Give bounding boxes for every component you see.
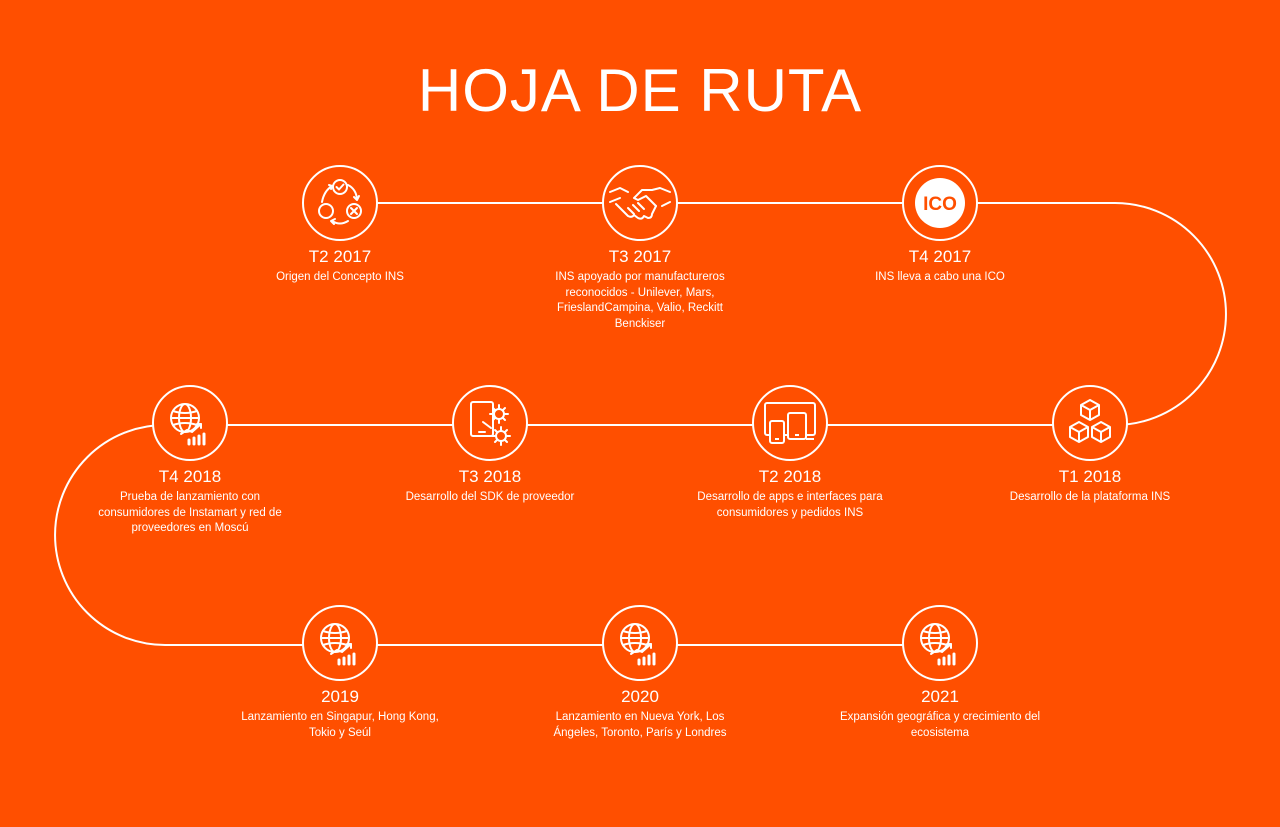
handshake-icon [602, 165, 678, 241]
milestone-period: T3 2018 [458, 467, 522, 486]
milestone-t3-2017: T3 2017 INS apoyado por manufactureros r… [530, 165, 750, 332]
milestone-description: Expansión geográfica y crecimiento del e… [839, 711, 1041, 739]
roadmap-stage: HOJA DE RUTA T2 2017 Origen del Concepto… [0, 0, 1280, 827]
milestone-period: 2021 [921, 687, 959, 706]
globe-growth-icon [602, 605, 678, 681]
milestone-description: INS lleva a cabo una ICO [875, 271, 1005, 283]
milestone-period: 2020 [621, 687, 659, 706]
milestone-period: T2 2018 [758, 467, 822, 486]
milestone-period: T3 2017 [608, 247, 672, 266]
milestone-t2-2017: T2 2017 Origen del Concepto INS [230, 165, 450, 286]
page-title: HOJA DE RUTA [417, 57, 863, 124]
milestone-description: Desarrollo del SDK de proveedor [405, 491, 575, 503]
sdk-gears-icon [452, 385, 528, 461]
ico-badge-icon: ICO [902, 165, 978, 241]
milestone-period: T2 2017 [308, 247, 372, 266]
milestone-t4-2018: T4 2018 Prueba de lanzamiento con consum… [80, 385, 300, 537]
milestone-2019: 2019 Lanzamiento en Singapur, Hong Kong,… [230, 605, 450, 741]
milestone-description: Origen del Concepto INS [276, 271, 404, 283]
milestone-period: T4 2018 [158, 467, 222, 486]
milestone-period: T4 2017 [908, 247, 972, 266]
milestone-description: Desarrollo de apps e interfaces para con… [697, 491, 883, 519]
milestone-t2-2018: T2 2018 Desarrollo de apps e interfaces … [680, 385, 900, 521]
milestone-t4-2017: ICO T4 2017 INS lleva a cabo una ICO [830, 165, 1050, 286]
milestone-period: T1 2018 [1058, 467, 1122, 486]
milestone-t1-2018: T1 2018 Desarrollo de la plataforma INS [980, 385, 1200, 506]
milestone-t3-2018: T3 2018 Desarrollo del SDK de proveedor [380, 385, 600, 506]
globe-growth-icon [152, 385, 228, 461]
milestone-2021: 2021 Expansión geográfica y crecimiento … [830, 605, 1050, 741]
globe-growth-icon [302, 605, 378, 681]
milestone-period: 2019 [321, 687, 359, 706]
ico-badge-text: ICO [923, 194, 957, 215]
milestone-description: Lanzamiento en Singapur, Hong Kong, Toki… [241, 711, 439, 739]
concept-cycle-icon [302, 165, 378, 241]
devices-icon [752, 385, 828, 461]
milestone-description: INS apoyado por manufactureros reconocid… [555, 271, 725, 330]
globe-growth-icon [902, 605, 978, 681]
milestone-description: Desarrollo de la plataforma INS [1009, 491, 1171, 503]
blocks-cubes-icon [1052, 385, 1128, 461]
milestone-description: Prueba de lanzamiento con consumidores d… [98, 491, 282, 534]
milestone-2020: 2020 Lanzamiento en Nueva York, Los Ánge… [530, 605, 750, 741]
milestone-description: Lanzamiento en Nueva York, Los Ángeles, … [553, 711, 727, 739]
